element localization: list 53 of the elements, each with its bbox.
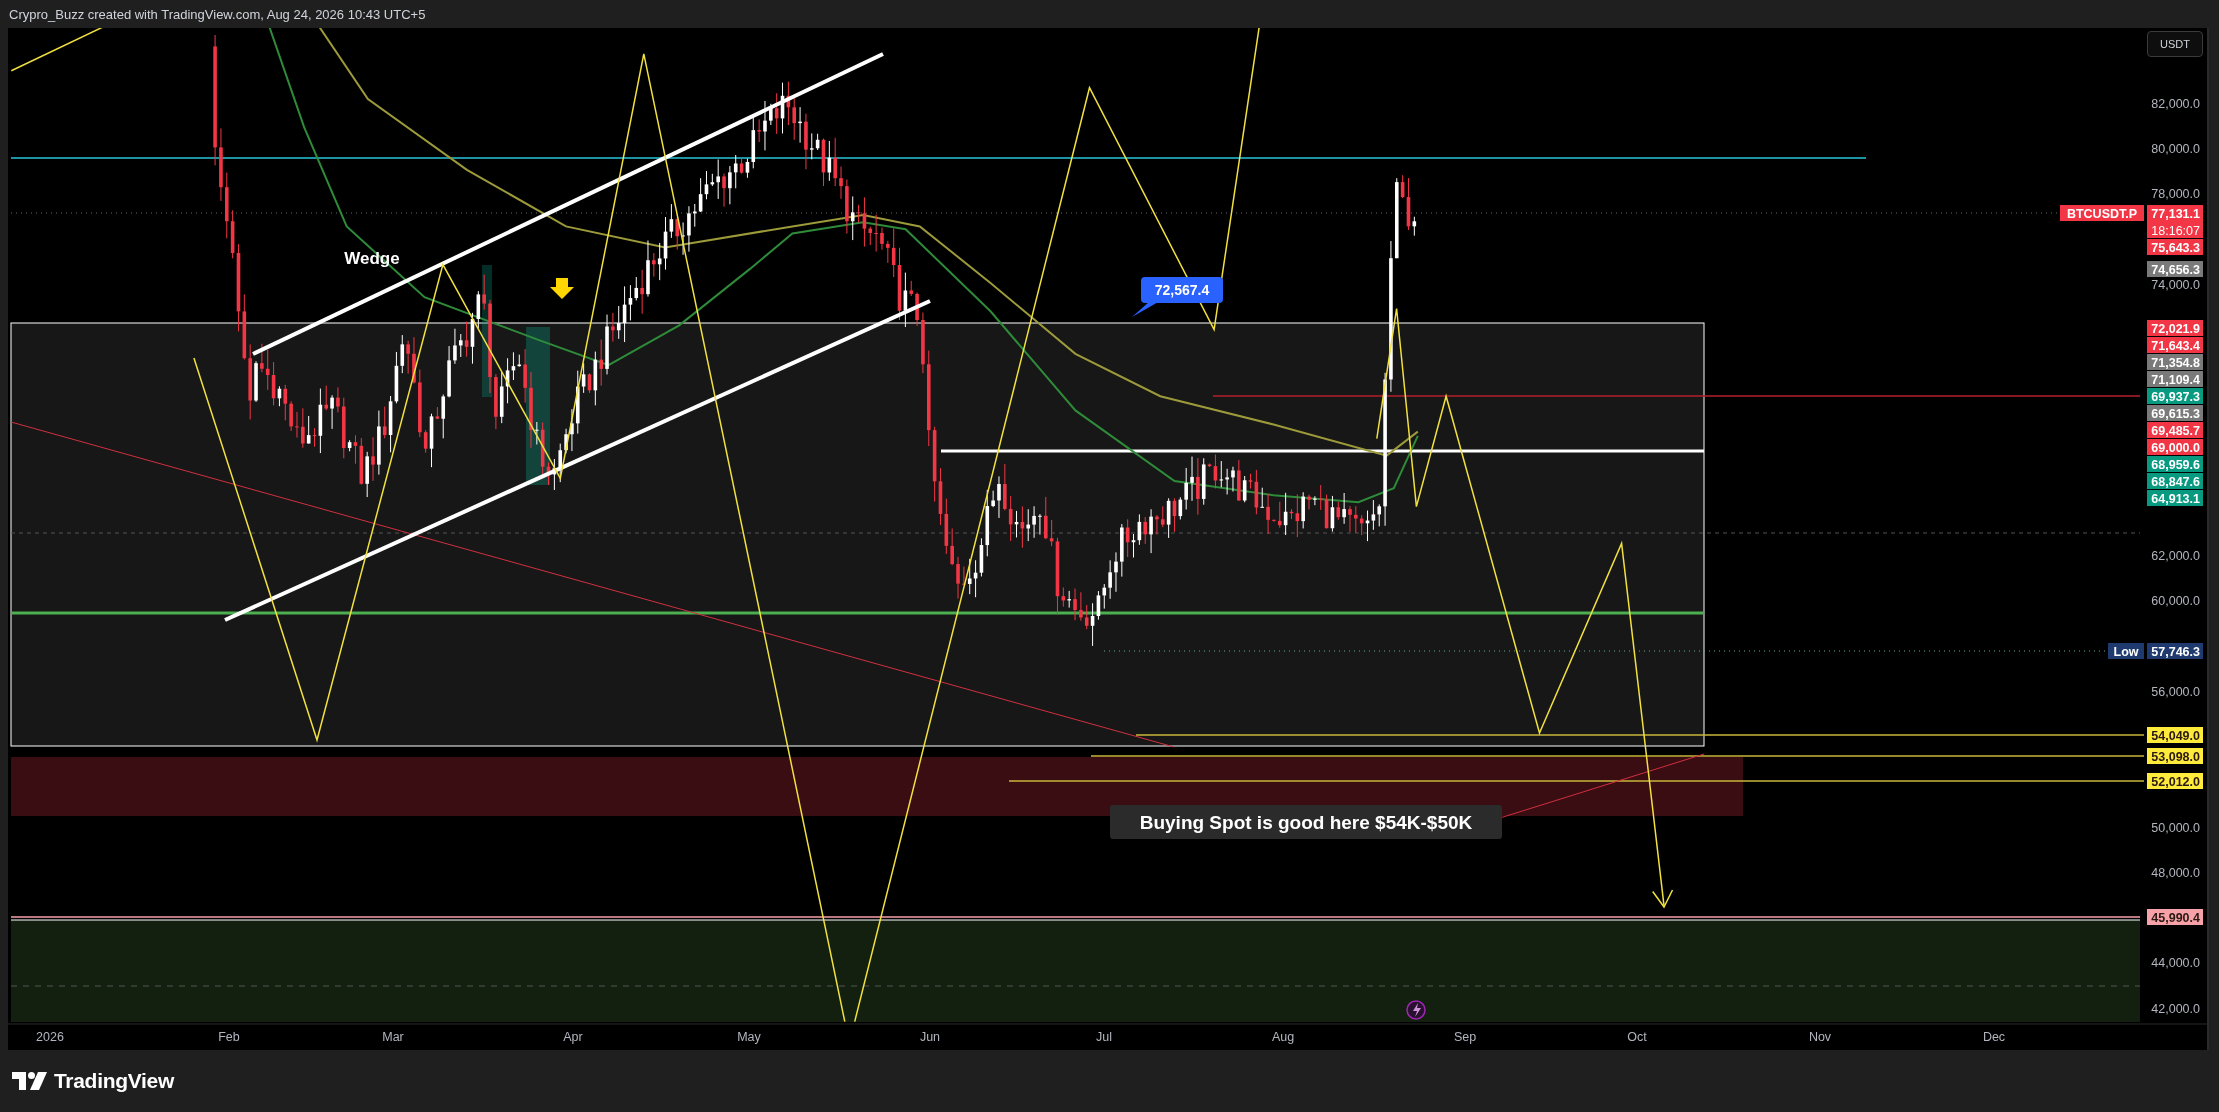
price-tick: 42,000.0 bbox=[2151, 1001, 2200, 1016]
time-tick: Aug bbox=[1271, 1030, 1295, 1044]
down-arrow-icon bbox=[550, 278, 574, 299]
price-tick: 48,000.0 bbox=[2151, 865, 2200, 880]
time-tick: Jun bbox=[919, 1030, 941, 1044]
price-tick: 78,000.0 bbox=[2151, 187, 2200, 201]
price-label: 69,937.3 bbox=[2147, 388, 2203, 404]
lightning-icon bbox=[1406, 1000, 1426, 1020]
price-label: 52,012.0 bbox=[2147, 773, 2203, 789]
price-tick: 82,000.0 bbox=[2151, 96, 2200, 111]
time-tick: Jul bbox=[1096, 1030, 1112, 1044]
price-label: 64,913.1 bbox=[2147, 490, 2203, 506]
price-label: 54,049.0 bbox=[2147, 727, 2203, 743]
price-label: 68,959.6 bbox=[2147, 456, 2203, 472]
price-tick: 56,000.0 bbox=[2151, 684, 2200, 699]
chart-credit: Crypro_Buzz created with TradingView.com, Aug 24, 2026 10:43 UTC+5 bbox=[9, 6, 426, 22]
price-label: 69,615.3 bbox=[2147, 405, 2203, 421]
price-tick: 62,000.0 bbox=[2151, 549, 2200, 563]
currency-button[interactable]: USDT bbox=[2147, 31, 2203, 57]
price-label: 45,990.4 bbox=[2147, 909, 2203, 925]
time-tick: Dec bbox=[1982, 1030, 2006, 1044]
price-tag: Low bbox=[2108, 643, 2144, 659]
price-label: 75,643.3 bbox=[2147, 239, 2203, 255]
note-label: Buying Spot is good here $54K-$50K bbox=[1110, 805, 1502, 839]
price-tick: 74,000.0 bbox=[2151, 277, 2200, 292]
time-tick: 2026 bbox=[36, 1030, 64, 1044]
price-label: 77,131.1 18:16:07 bbox=[2147, 205, 2203, 238]
price-label: 74,656.3 bbox=[2147, 261, 2203, 277]
price-callout: 72,567.4 bbox=[1132, 277, 1223, 317]
price-label: 69,000.0 bbox=[2147, 439, 2203, 455]
price-label: 71,354.8 bbox=[2147, 354, 2203, 370]
time-tick: Apr bbox=[563, 1030, 583, 1044]
logo-icon bbox=[12, 1072, 48, 1090]
price-label: 72,021.9 bbox=[2147, 320, 2203, 336]
price-label: 68,847.6 bbox=[2147, 473, 2203, 489]
price-tick: 44,000.0 bbox=[2151, 956, 2200, 971]
price-label: 53,098.0 bbox=[2147, 748, 2203, 764]
price-label: 57,746.3 bbox=[2147, 643, 2203, 659]
price-label: 71,643.4 bbox=[2147, 337, 2203, 353]
time-tick: Mar bbox=[382, 1030, 404, 1044]
price-tick: 80,000.0 bbox=[2151, 141, 2200, 156]
time-tick: Oct bbox=[1627, 1030, 1647, 1044]
time-tick: Feb bbox=[218, 1030, 240, 1044]
time-tick: May bbox=[737, 1030, 761, 1044]
price-tag: BTCUSDT.P bbox=[2060, 205, 2144, 221]
price-tick: 50,000.0 bbox=[2151, 820, 2200, 835]
price-label: 69,485.7 bbox=[2147, 422, 2203, 438]
logo-text: TradingView bbox=[54, 1069, 174, 1093]
time-tick: Sep bbox=[1453, 1030, 1477, 1044]
price-tick: 60,000.0 bbox=[2151, 594, 2200, 609]
price-label: 71,109.4 bbox=[2147, 371, 2203, 387]
wedge-label: Wedge bbox=[344, 249, 400, 268]
time-tick: Nov bbox=[1808, 1030, 1832, 1044]
